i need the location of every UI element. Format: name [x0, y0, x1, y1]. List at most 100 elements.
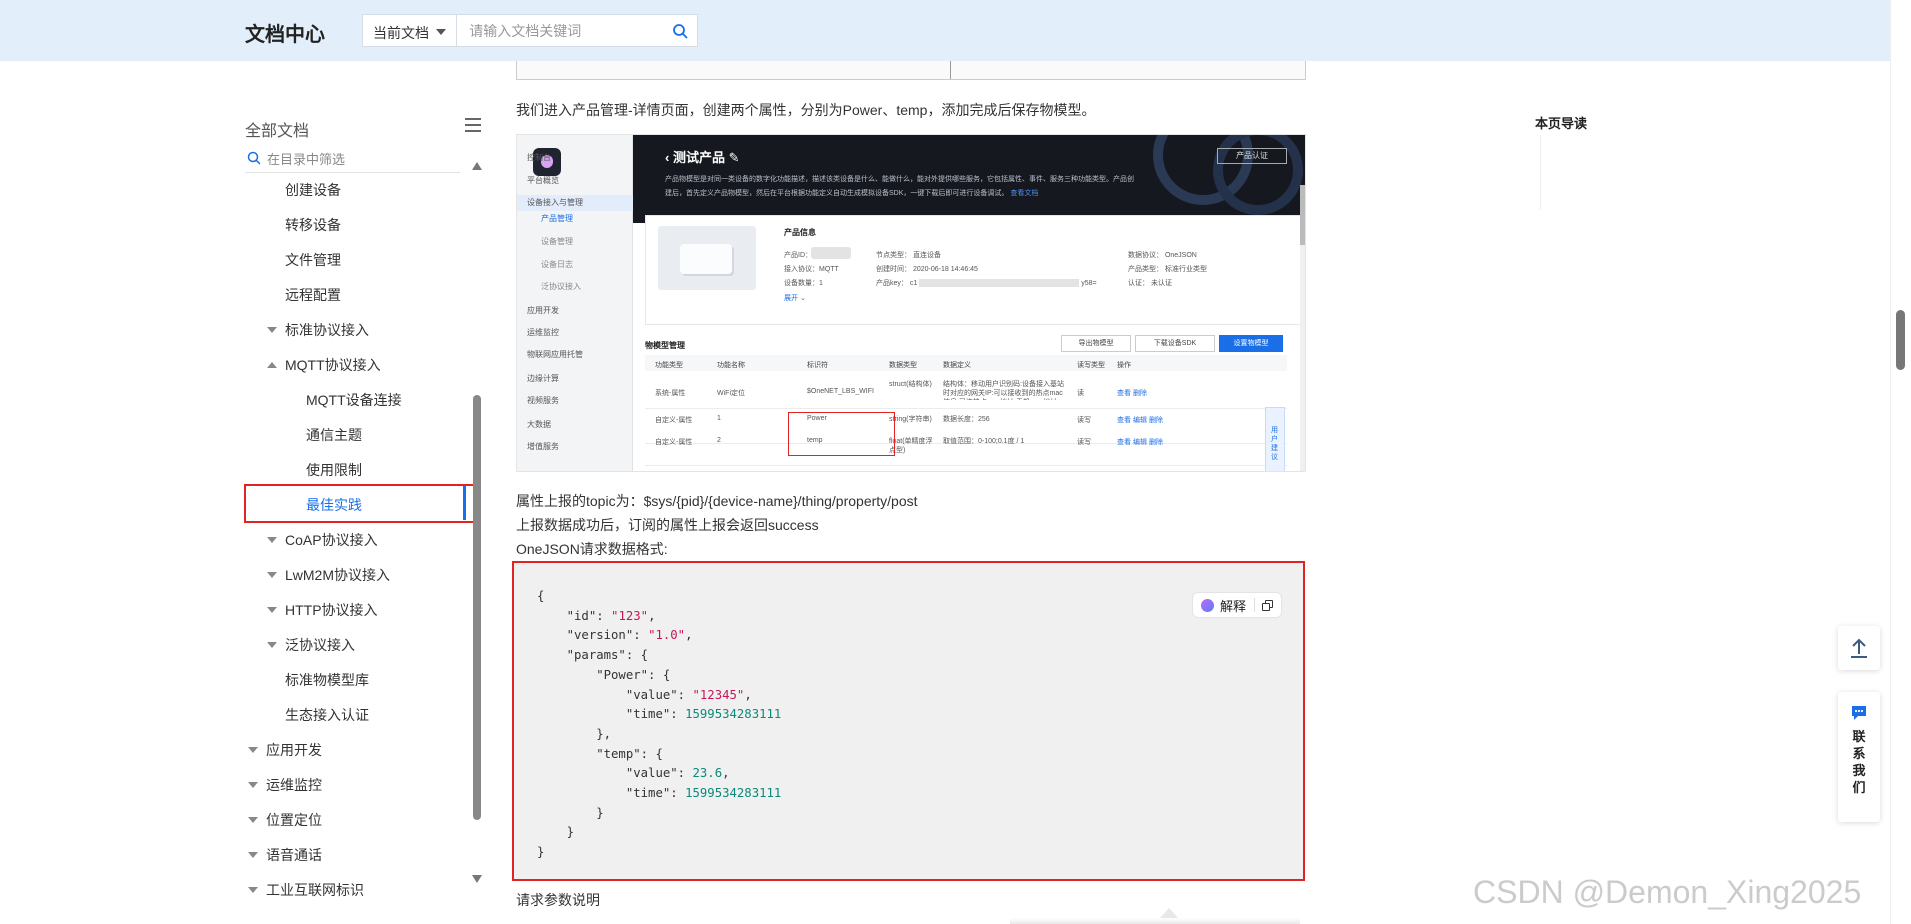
info-data: 数据协议： OneJSON — [1128, 252, 1197, 259]
sidebar-item-label: CoAP协议接入 — [285, 532, 378, 548]
console-nav-item: 泛协议接入 — [541, 282, 581, 291]
scroll-up-icon[interactable] — [472, 162, 482, 170]
table-cell: $OneNET_LBS_WIFI — [807, 388, 874, 395]
sidebar-item[interactable]: 运维监控 — [248, 768, 322, 803]
chevron-down-icon — [267, 607, 277, 613]
sidebar-item[interactable]: 使用限制 — [306, 453, 362, 488]
table-cell: 2 — [717, 437, 721, 444]
table-header-cell: 功能名称 — [717, 362, 745, 369]
sidebar-scrollbar[interactable] — [472, 160, 482, 885]
sidebar-item[interactable]: 标准协议接入 — [267, 313, 369, 348]
sidebar-item[interactable]: HTTP协议接入 — [267, 593, 378, 628]
console-nav-item: 增值服务 — [527, 442, 559, 451]
console-nav-item: 设备日志 — [541, 260, 573, 269]
table-cell: 读 — [1077, 390, 1084, 397]
console-nav-item: 设备接入与管理 — [527, 198, 583, 207]
search-button[interactable] — [662, 15, 697, 46]
table-cell: 读写 — [1077, 439, 1091, 446]
toc-rail — [1540, 135, 1541, 210]
sidebar-item-label: 运维监控 — [266, 777, 322, 793]
console-nav-item: 控制台 — [527, 153, 551, 162]
table-row-divider — [645, 408, 1287, 409]
console-nav-item: 设备管理 — [541, 237, 573, 246]
table-op-link: 删除 — [1149, 439, 1163, 446]
copy-icon[interactable] — [1262, 599, 1274, 611]
explain-button[interactable]: 解释 — [1192, 592, 1282, 618]
sidebar-item-label: 泛协议接入 — [285, 637, 355, 653]
previous-image-edge — [516, 61, 1306, 80]
code-block: { "id": "123", "version": "1.0", "params… — [512, 561, 1305, 881]
sidebar-item[interactable]: MQTT设备连接 — [306, 383, 402, 418]
console-nav-item: 视频服务 — [527, 396, 559, 405]
table-op-link: 编辑 — [1133, 417, 1147, 424]
search-scope-select[interactable]: 当前文档 — [363, 15, 458, 46]
sidebar-item[interactable]: 生态接入认证 — [285, 698, 369, 733]
site-logo[interactable]: 文档中心 — [245, 18, 325, 47]
table-cell: 读写 — [1077, 417, 1091, 424]
sidebar-item[interactable]: 创建设备 — [285, 173, 341, 208]
chevron-down-icon — [267, 327, 277, 333]
sidebar-item[interactable]: 泛协议接入 — [267, 628, 355, 663]
info-access: 接入协议：MQTT — [784, 266, 839, 273]
watermark: CSDN @Demon_Xing2025 — [1473, 874, 1862, 910]
sidebar-item[interactable]: 标准物模型库 — [285, 663, 369, 698]
sidebar-scrollbar-thumb[interactable] — [473, 395, 481, 820]
table-header-cell: 读写类型 — [1077, 362, 1105, 369]
console-nav-item: 产品管理 — [541, 214, 573, 223]
bottom-popover-edge — [1010, 918, 1300, 924]
chevron-down-icon — [248, 852, 258, 858]
table-cell: 系统-属性 — [655, 390, 686, 397]
topic-paragraph: 属性上报的topic为：$sys/{pid}/{device-name}/thi… — [516, 493, 918, 509]
json-code: { "id": "123", "version": "1.0", "params… — [537, 589, 782, 860]
sidebar-item-label: 标准协议接入 — [285, 322, 369, 338]
sidebar-item[interactable]: 语音通话 — [248, 838, 322, 873]
console-nav-item: 物联网应用托管 — [527, 350, 583, 359]
back-to-top-button[interactable] — [1838, 626, 1880, 670]
sidebar-item[interactable]: 应用开发 — [248, 733, 322, 768]
page-scrollbar-thumb[interactable] — [1896, 310, 1905, 370]
sidebar-item[interactable]: MQTT协议接入 — [267, 348, 381, 383]
active-indicator — [463, 486, 466, 520]
highlight-box — [244, 484, 478, 523]
page-scrollbar[interactable] — [1890, 0, 1911, 924]
sidebar-item-label: 使用限制 — [306, 462, 362, 478]
table-cell: 数据长度：256 — [943, 416, 990, 423]
sidebar-item-label: 远程配置 — [285, 287, 341, 303]
chevron-down-icon — [267, 572, 277, 578]
sidebar-item[interactable]: 文件管理 — [285, 243, 341, 278]
sidebar-item-label: 文件管理 — [285, 252, 341, 268]
table-header-cell: 功能类型 — [655, 362, 683, 369]
menu-icon[interactable] — [465, 118, 481, 136]
screenshot-scrollbar — [1300, 185, 1305, 471]
table-cell: WiFi定位 — [717, 390, 745, 397]
console-sidebar: 控制台 平台概览 设备接入与管理 产品管理 设备管理 设备日志 泛协议接入 应用开发 运维监控物… — [517, 135, 633, 471]
product-cert-button: 产品认证 — [1217, 148, 1287, 164]
sidebar-filter-input[interactable]: 在目录中筛选 — [245, 149, 460, 173]
scroll-down-icon[interactable] — [472, 875, 482, 883]
toc-title: 本页导读 — [1535, 116, 1588, 131]
floating-panel: 联系我们 — [1838, 626, 1880, 822]
table-row-divider — [645, 465, 1287, 466]
ai-orb-icon — [1201, 598, 1214, 612]
product-info-title: 产品信息 — [784, 228, 816, 237]
table-cell: 自定义-属性 — [655, 417, 693, 424]
sidebar-item[interactable]: LwM2M协议接入 — [267, 558, 390, 593]
sidebar-item[interactable]: 转移设备 — [285, 208, 341, 243]
sidebar-title: 全部文档 — [245, 123, 310, 140]
search-input[interactable] — [457, 15, 663, 46]
table-header-cell: 数据定义 — [943, 362, 971, 369]
intro-paragraph: 我们进入产品管理-详情页面，创建两个属性，分别为Power、temp，添加完成后… — [516, 102, 1096, 118]
sidebar-item-label: 通信主题 — [306, 427, 362, 443]
sidebar-item-label: 工业互联网标识 — [266, 882, 364, 898]
chevron-down-icon — [267, 537, 277, 543]
sidebar-item[interactable]: 通信主题 — [306, 418, 362, 453]
sidebar-item[interactable]: 远程配置 — [285, 278, 341, 313]
highlight-box — [788, 412, 895, 456]
table-op-link: 删除 — [1133, 390, 1147, 397]
contact-us-button[interactable]: 联系我们 — [1838, 692, 1880, 822]
sidebar-item[interactable]: 工业互联网标识 — [248, 873, 364, 908]
console-nav-item: 平台概览 — [527, 176, 559, 185]
sidebar-item[interactable]: CoAP协议接入 — [267, 523, 378, 558]
chevron-down-icon — [267, 642, 277, 648]
sidebar-item[interactable]: 位置定位 — [248, 803, 322, 838]
